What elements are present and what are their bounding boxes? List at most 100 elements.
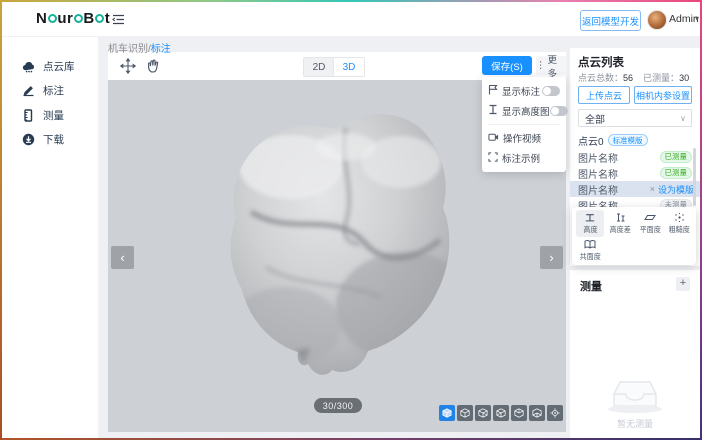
ruler-icon (22, 109, 35, 122)
item-name: 点云0 (578, 133, 604, 148)
show-annotations-toggle[interactable] (542, 86, 560, 96)
menu-item-show-heightmap[interactable]: 显示高度图 (482, 101, 566, 121)
tab-2d[interactable]: 2D (304, 58, 334, 76)
panel-title: 点云列表 (578, 54, 624, 70)
view-bottom-button[interactable] (529, 405, 545, 421)
empty-state: 暂无测量 (570, 378, 700, 430)
template-list-item[interactable]: 点云0 标准模版 (570, 132, 700, 148)
item-name: 图片名称 (578, 150, 660, 165)
flag-icon (488, 82, 498, 100)
menu-item-show-annotations[interactable]: 显示标注 (482, 81, 566, 101)
app-logo: NurBt (36, 10, 110, 27)
avatar[interactable] (647, 10, 667, 30)
item-name: 图片名称 (578, 166, 660, 181)
reset-view-button[interactable] (547, 405, 563, 421)
chevron-left-icon: ‹ (120, 250, 124, 265)
pointcloud-stats: 点云总数：56 已测量：30 (578, 71, 689, 84)
close-icon[interactable]: × (650, 184, 655, 194)
view-top-button[interactable] (511, 405, 527, 421)
chevron-down-icon[interactable]: ▾ (695, 14, 699, 23)
item-name: 图片名称 (578, 182, 650, 197)
tool-roughness[interactable]: 粗糙度 (665, 210, 693, 237)
sidebar-item-annotation[interactable]: 标注 (2, 80, 98, 100)
gear-icon (95, 14, 104, 23)
menu-item-operation-video[interactable]: 操作视频 (482, 128, 566, 148)
video-icon (488, 129, 499, 147)
show-heightmap-toggle[interactable] (550, 106, 568, 116)
tool-flatness[interactable]: 平面度 (636, 210, 664, 237)
pan-move-icon[interactable] (120, 58, 136, 74)
more-button[interactable]: ⋮ 更多 (536, 56, 566, 75)
menu-item-annotation-example[interactable]: 标注示例 (482, 148, 566, 168)
status-badge: 已测量 (660, 167, 693, 179)
logo-letter: t (105, 10, 111, 27)
save-button[interactable]: 保存(S) (482, 56, 532, 75)
measure-tools-popup: 工 高度 高度差 平面度 粗糙度 共面度 (572, 207, 696, 265)
list-item[interactable]: 图片名称 已测量 (570, 149, 700, 165)
logo-letter: N (36, 10, 47, 27)
add-measurement-button[interactable]: + (676, 277, 690, 291)
gear-icon (74, 14, 83, 23)
tool-height[interactable]: 工 高度 (576, 210, 604, 237)
menu-fold-icon[interactable] (112, 13, 125, 31)
camera-intrinsics-button[interactable]: 相机内参设置 (634, 86, 692, 104)
sidebar-item-label: 点云库 (43, 59, 75, 74)
vertical-dots-icon: ⋮ (536, 60, 546, 71)
frame-counter-badge: 30/300 (314, 398, 362, 413)
logo-letter: ur (57, 10, 73, 27)
set-as-template-link[interactable]: 设为模版 (658, 183, 694, 196)
view-back-button[interactable] (475, 405, 491, 421)
hand-grab-icon[interactable] (146, 58, 162, 74)
list-item[interactable]: 图片名称 已测量 (570, 165, 700, 181)
next-image-button[interactable]: › (540, 246, 563, 269)
tooth-3d-model[interactable] (196, 92, 476, 392)
sidebar-item-pointcloud-library[interactable]: 点云库 (2, 56, 98, 76)
tab-3d[interactable]: 3D (334, 58, 364, 76)
frame-border-top (0, 0, 702, 2)
tool-label: 高度差 (609, 224, 630, 234)
view-iso-button[interactable] (439, 405, 455, 421)
frame-corners-icon (488, 149, 498, 167)
back-to-model-dev-button[interactable]: 返回模型开发 (580, 10, 641, 31)
total-label: 点云总数： (578, 73, 623, 83)
flatness-icon (644, 212, 656, 223)
menu-item-label: 显示标注 (502, 84, 542, 98)
chevron-right-icon: › (549, 250, 553, 265)
sidebar-item-label: 标注 (43, 83, 64, 98)
more-dropdown-menu: 显示标注 显示高度图 操作视频 标注示例 (482, 77, 566, 172)
breadcrumb-parent[interactable]: 机车识别 (108, 44, 148, 55)
tool-height-difference[interactable]: 高度差 (606, 210, 634, 237)
upload-pointcloud-button[interactable]: 上传点云 (578, 86, 630, 104)
tool-coplanarity[interactable]: 共面度 (576, 237, 604, 264)
menu-item-label: 操作视频 (503, 131, 560, 145)
filter-select[interactable]: 全部 ∨ (578, 109, 692, 127)
height-diff-icon (615, 212, 626, 223)
app-header: NurBt 返回模型开发 Admin ▾ (2, 2, 700, 37)
tool-label: 共面度 (579, 251, 600, 261)
status-badge: 已测量 (660, 151, 693, 163)
view-left-button[interactable] (493, 405, 509, 421)
list-item-selected[interactable]: 图片名称 × 设为模版 (570, 181, 700, 197)
more-label: 更多 (548, 52, 567, 80)
sidebar-item-label: 测量 (43, 108, 64, 123)
height-map-icon (488, 102, 498, 120)
menu-item-label: 显示高度图 (502, 104, 550, 118)
download-icon (22, 133, 35, 146)
empty-text: 暂无测量 (617, 417, 653, 430)
prev-image-button[interactable]: ‹ (111, 246, 134, 269)
sidebar-item-measure[interactable]: 测量 (2, 105, 98, 125)
measure-section-title: 测量 (580, 278, 602, 294)
sidebar: 点云库 标注 测量 下载 (2, 37, 99, 438)
sidebar-item-download[interactable]: 下载 (2, 129, 98, 149)
template-badge: 标准模版 (608, 134, 648, 146)
total-value: 56 (623, 73, 633, 83)
measure-panel: 测量 + 暂无测量 (570, 270, 700, 438)
coplanarity-icon (584, 239, 596, 250)
gear-icon (48, 14, 57, 23)
roughness-icon (674, 212, 685, 223)
view-mode-switcher: 2D 3D (303, 57, 365, 77)
list-scrollbar[interactable] (693, 148, 696, 206)
filter-selected-value: 全部 (585, 111, 680, 126)
view-front-button[interactable] (457, 405, 473, 421)
measured-value: 30 (679, 73, 689, 83)
